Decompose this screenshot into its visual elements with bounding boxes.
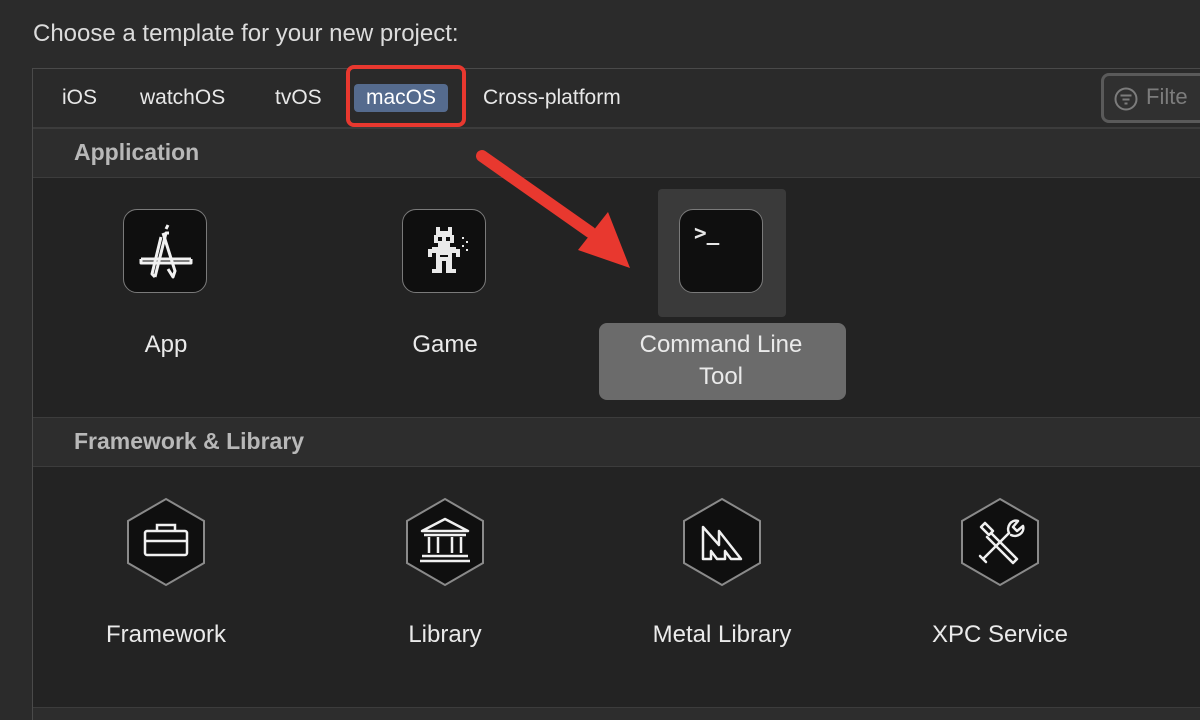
- template-item-framework[interactable]: Framework: [41, 497, 291, 648]
- platform-tabbar: iOS watchOS tvOS macOS Cross-platform Fi…: [33, 65, 1200, 128]
- terminal-prompt-glyph: >_: [694, 221, 720, 245]
- template-item-library[interactable]: Library: [320, 497, 570, 648]
- library-building-icon: [402, 497, 488, 587]
- template-item-game[interactable]: Game: [320, 209, 570, 358]
- template-label: Game: [412, 331, 478, 358]
- template-chooser: Choose a template for your new project: …: [0, 0, 1200, 720]
- template-label: Command Line Tool: [639, 331, 803, 390]
- game-sprite-icon: [402, 209, 486, 293]
- tab-cross-platform[interactable]: Cross-platform: [471, 84, 633, 112]
- tab-watchos[interactable]: watchOS: [128, 84, 237, 112]
- template-item-metal-library[interactable]: Metal Library: [597, 497, 847, 648]
- wrench-screwdriver-icon: [957, 497, 1043, 587]
- template-panel: iOS watchOS tvOS macOS Cross-platform Fi…: [32, 65, 1200, 720]
- section-header-framework-library: Framework & Library: [33, 417, 1200, 467]
- section-header-next: [33, 707, 1200, 720]
- template-label: Library: [408, 621, 482, 648]
- section-title: Framework & Library: [74, 428, 305, 454]
- prompt-text: Choose a template for your new project:: [33, 20, 459, 47]
- template-item-app[interactable]: App: [41, 209, 291, 358]
- tab-ios[interactable]: iOS: [50, 84, 109, 112]
- template-label: App: [144, 331, 188, 358]
- toolbox-icon: [123, 497, 209, 587]
- template-item-command-line-tool[interactable]: >_ Command Line Tool: [597, 209, 847, 409]
- filter-icon: [1114, 87, 1138, 111]
- section-title: Application: [74, 139, 200, 165]
- terminal-icon: >_: [679, 209, 763, 293]
- tab-tvos[interactable]: tvOS: [263, 84, 334, 112]
- template-label: Framework: [105, 621, 226, 648]
- section-header-application: Application: [33, 128, 1200, 178]
- template-item-xpc-service[interactable]: XPC Service: [875, 497, 1125, 648]
- annotation-highlight-box: [346, 65, 466, 127]
- template-label: Metal Library: [652, 621, 792, 648]
- metal-icon: [679, 497, 765, 587]
- template-label: XPC Service: [931, 621, 1069, 648]
- filter-field[interactable]: Filte: [1101, 73, 1200, 123]
- app-store-a-icon: [123, 209, 207, 293]
- filter-placeholder: Filte: [1146, 84, 1188, 109]
